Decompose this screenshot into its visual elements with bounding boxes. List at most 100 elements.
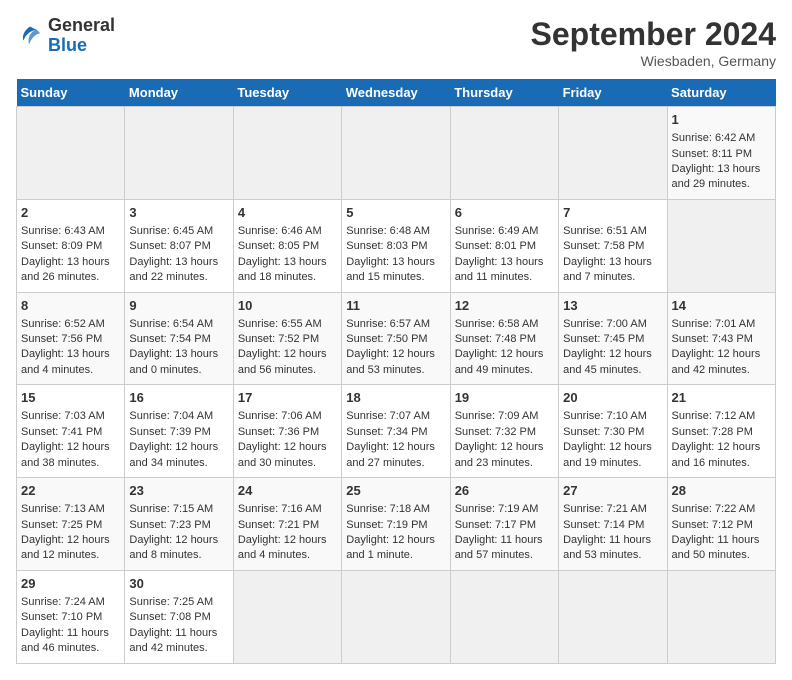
day-number: 12 [455,297,554,315]
sunrise: Sunrise: 7:01 AM [672,318,756,330]
sunset: Sunset: 7:54 PM [129,333,210,345]
logo: General Blue [16,16,115,56]
day-number: 20 [563,389,662,407]
daylight: Daylight: 13 hours and 7 minutes. [563,256,652,283]
daylight: Daylight: 12 hours and 45 minutes. [563,348,652,375]
header-row: SundayMondayTuesdayWednesdayThursdayFrid… [17,79,776,107]
calendar-row: 15 Sunrise: 7:03 AM Sunset: 7:41 PM Dayl… [17,385,776,478]
sunrise: Sunrise: 7:16 AM [238,503,322,515]
day-number: 19 [455,389,554,407]
sunset: Sunset: 7:50 PM [346,333,427,345]
day-number: 7 [563,204,662,222]
sunset: Sunset: 7:48 PM [455,333,536,345]
sunrise: Sunrise: 7:24 AM [21,596,105,608]
sunset: Sunset: 8:07 PM [129,240,210,252]
sunset: Sunset: 7:19 PM [346,519,427,531]
daylight: Daylight: 13 hours and 26 minutes. [21,256,110,283]
sunset: Sunset: 8:03 PM [346,240,427,252]
daylight: Daylight: 12 hours and 30 minutes. [238,441,327,468]
calendar-cell: 12 Sunrise: 6:58 AM Sunset: 7:48 PM Dayl… [450,292,558,385]
empty-cell [17,107,125,200]
calendar-cell [667,199,775,292]
calendar-cell: 26 Sunrise: 7:19 AM Sunset: 7:17 PM Dayl… [450,478,558,571]
sunrise: Sunrise: 7:21 AM [563,503,647,515]
calendar-cell: 7 Sunrise: 6:51 AM Sunset: 7:58 PM Dayli… [559,199,667,292]
header-saturday: Saturday [667,79,775,107]
sunset: Sunset: 8:11 PM [672,148,753,160]
calendar-cell: 5 Sunrise: 6:48 AM Sunset: 8:03 PM Dayli… [342,199,450,292]
daylight: Daylight: 11 hours and 50 minutes. [672,534,760,561]
calendar-cell: 1 Sunrise: 6:42 AM Sunset: 8:11 PM Dayli… [667,107,775,200]
sunset: Sunset: 7:28 PM [672,426,753,438]
sunrise: Sunrise: 7:13 AM [21,503,105,515]
sunrise: Sunrise: 7:15 AM [129,503,213,515]
sunset: Sunset: 7:08 PM [129,611,210,623]
empty-cell [125,107,233,200]
title-block: September 2024 Wiesbaden, Germany [531,16,776,69]
empty-cell [559,107,667,200]
sunset: Sunset: 7:17 PM [455,519,536,531]
sunset: Sunset: 7:56 PM [21,333,102,345]
calendar-cell: 11 Sunrise: 6:57 AM Sunset: 7:50 PM Dayl… [342,292,450,385]
calendar-cell: 19 Sunrise: 7:09 AM Sunset: 7:32 PM Dayl… [450,385,558,478]
calendar-cell: 30 Sunrise: 7:25 AM Sunset: 7:08 PM Dayl… [125,570,233,663]
calendar-row: 22 Sunrise: 7:13 AM Sunset: 7:25 PM Dayl… [17,478,776,571]
calendar-table: SundayMondayTuesdayWednesdayThursdayFrid… [16,79,776,664]
sunset: Sunset: 7:12 PM [672,519,753,531]
day-number: 25 [346,482,445,500]
sunrise: Sunrise: 6:51 AM [563,225,647,237]
day-number: 13 [563,297,662,315]
calendar-cell: 8 Sunrise: 6:52 AM Sunset: 7:56 PM Dayli… [17,292,125,385]
daylight: Daylight: 11 hours and 46 minutes. [21,627,109,654]
month-title: September 2024 [531,16,776,53]
sunset: Sunset: 7:43 PM [672,333,753,345]
calendar-cell: 29 Sunrise: 7:24 AM Sunset: 7:10 PM Dayl… [17,570,125,663]
sunset: Sunset: 7:23 PM [129,519,210,531]
day-number: 1 [672,111,771,129]
sunrise: Sunrise: 6:45 AM [129,225,213,237]
daylight: Daylight: 13 hours and 0 minutes. [129,348,218,375]
sunset: Sunset: 7:32 PM [455,426,536,438]
calendar-cell: 20 Sunrise: 7:10 AM Sunset: 7:30 PM Dayl… [559,385,667,478]
sunrise: Sunrise: 7:12 AM [672,410,756,422]
sunrise: Sunrise: 6:43 AM [21,225,105,237]
sunrise: Sunrise: 6:42 AM [672,132,756,144]
daylight: Daylight: 12 hours and 1 minute. [346,534,435,561]
day-number: 17 [238,389,337,407]
daylight: Daylight: 12 hours and 49 minutes. [455,348,544,375]
sunset: Sunset: 7:21 PM [238,519,319,531]
header-tuesday: Tuesday [233,79,341,107]
header-monday: Monday [125,79,233,107]
calendar-cell [450,570,558,663]
daylight: Daylight: 13 hours and 15 minutes. [346,256,435,283]
day-number: 5 [346,204,445,222]
calendar-cell: 23 Sunrise: 7:15 AM Sunset: 7:23 PM Dayl… [125,478,233,571]
sunrise: Sunrise: 7:09 AM [455,410,539,422]
calendar-cell: 15 Sunrise: 7:03 AM Sunset: 7:41 PM Dayl… [17,385,125,478]
sunset: Sunset: 8:09 PM [21,240,102,252]
daylight: Daylight: 12 hours and 56 minutes. [238,348,327,375]
sunrise: Sunrise: 7:04 AM [129,410,213,422]
daylight: Daylight: 11 hours and 42 minutes. [129,627,217,654]
calendar-row: 1 Sunrise: 6:42 AM Sunset: 8:11 PM Dayli… [17,107,776,200]
calendar-cell: 9 Sunrise: 6:54 AM Sunset: 7:54 PM Dayli… [125,292,233,385]
calendar-cell [667,570,775,663]
daylight: Daylight: 13 hours and 18 minutes. [238,256,327,283]
day-number: 26 [455,482,554,500]
daylight: Daylight: 12 hours and 27 minutes. [346,441,435,468]
calendar-cell: 6 Sunrise: 6:49 AM Sunset: 8:01 PM Dayli… [450,199,558,292]
calendar-cell: 13 Sunrise: 7:00 AM Sunset: 7:45 PM Dayl… [559,292,667,385]
daylight: Daylight: 13 hours and 11 minutes. [455,256,544,283]
sunset: Sunset: 8:01 PM [455,240,536,252]
daylight: Daylight: 12 hours and 34 minutes. [129,441,218,468]
calendar-cell: 4 Sunrise: 6:46 AM Sunset: 8:05 PM Dayli… [233,199,341,292]
day-number: 23 [129,482,228,500]
location: Wiesbaden, Germany [531,53,776,69]
calendar-cell: 18 Sunrise: 7:07 AM Sunset: 7:34 PM Dayl… [342,385,450,478]
logo-icon [16,22,44,50]
header-friday: Friday [559,79,667,107]
sunset: Sunset: 7:34 PM [346,426,427,438]
daylight: Daylight: 12 hours and 12 minutes. [21,534,110,561]
daylight: Daylight: 12 hours and 4 minutes. [238,534,327,561]
sunset: Sunset: 7:25 PM [21,519,102,531]
